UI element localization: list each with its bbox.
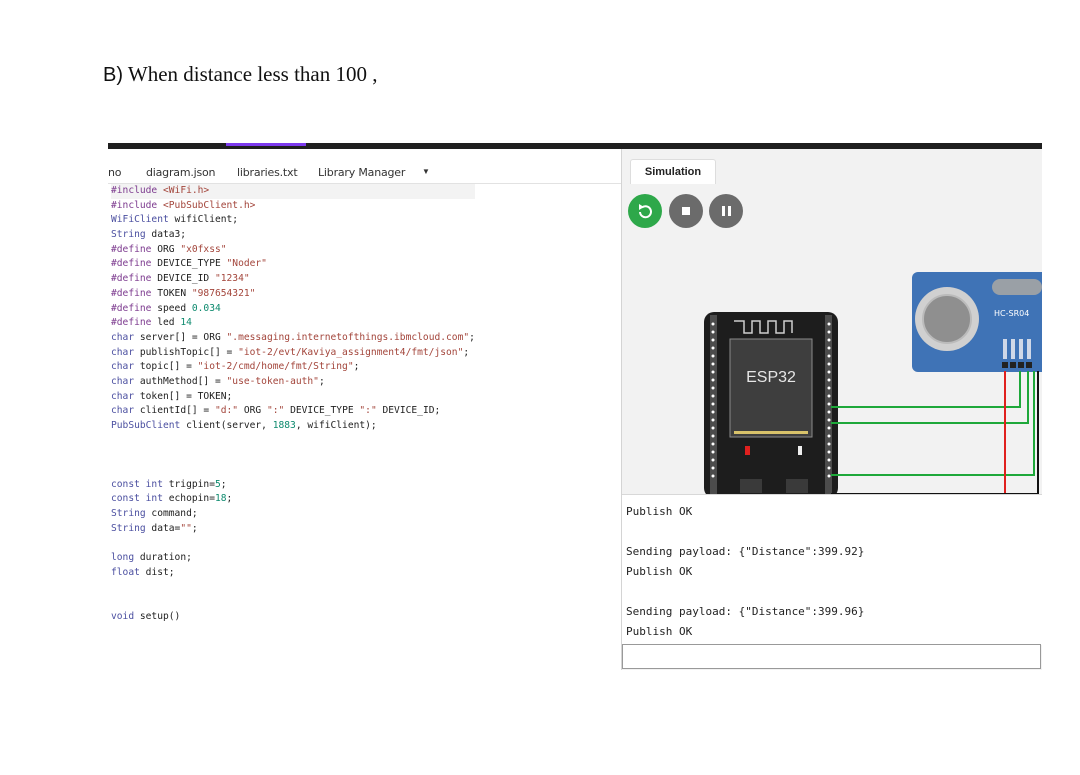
tab-sketch[interactable]: no [108, 166, 122, 179]
screenshot: no diagram.json libraries.txt Library Ma… [108, 143, 1042, 670]
console-line: Publish OK [626, 625, 693, 638]
restart-button[interactable] [628, 194, 662, 228]
serial-input[interactable] [622, 644, 1041, 669]
code-line: #define ORG "x0fxss" [111, 243, 227, 255]
serial-monitor: Publish OK Sending payload: {"Distance":… [622, 494, 1042, 645]
chevron-down-icon[interactable]: ▼ [422, 167, 430, 176]
code-line: char authMethod[] = "use-token-auth"; [111, 375, 325, 387]
tab-libraries-txt[interactable]: libraries.txt [237, 166, 298, 179]
code-line: char server[] = ORG ".messaging.internet… [111, 331, 475, 343]
code-line: char clientId[] = "d:" ORG ":" DEVICE_TY… [111, 405, 441, 417]
tab-simulation[interactable]: Simulation [630, 159, 716, 184]
code-line: PubSubClient client(server, 1883, wifiCl… [111, 420, 377, 431]
code-line: #include <PubSubClient.h> [111, 199, 256, 211]
console-line: Publish OK [626, 565, 693, 578]
code-line: long duration; [111, 552, 192, 564]
console-line: Sending payload: {"Distance":399.92} [626, 545, 865, 558]
code-line: const int echopin=18; [111, 493, 233, 505]
code-line: #define DEVICE_TYPE "Noder" [111, 258, 267, 270]
code-editor-panel: no diagram.json libraries.txt Library Ma… [108, 149, 622, 670]
code-line: void setup() [111, 610, 181, 622]
code-line: char publishTopic[] = "iot-2/evt/Kaviya_… [111, 346, 470, 358]
code-line: #define TOKEN "987654321" [111, 287, 256, 299]
code-line: #define speed 0.034 [111, 302, 221, 314]
pause-button[interactable] [709, 194, 743, 228]
code-line: char token[] = TOKEN; [111, 390, 233, 402]
pause-icon [722, 206, 731, 216]
editor-tabs: no diagram.json libraries.txt Library Ma… [108, 159, 621, 184]
stop-icon [682, 207, 690, 215]
code-line: float dist; [111, 566, 175, 578]
heading-letter: B) [103, 64, 123, 86]
esp32-label: ESP32 [746, 369, 796, 386]
code-line: WiFiClient wifiClient; [111, 214, 239, 226]
tab-diagram-json[interactable]: diagram.json [146, 166, 216, 179]
console-line: Sending payload: {"Distance":399.96} [626, 605, 865, 618]
console-line: Publish OK [626, 505, 693, 518]
sensor-label: HC-SR04 [994, 309, 1029, 318]
code-line: char topic[] = "iot-2/cmd/home/fmt/Strin… [111, 361, 360, 373]
code-line: String data=""; [111, 522, 198, 534]
tab-library-manager[interactable]: Library Manager [318, 166, 405, 179]
code-area[interactable]: #include <WiFi.h> #include <PubSubClient.… [111, 184, 475, 625]
code-line: #define led 14 [111, 317, 192, 329]
stop-button[interactable] [669, 194, 703, 228]
page-heading: B) When distance less than 100 , [103, 62, 377, 87]
code-line: #define DEVICE_ID "1234" [111, 273, 250, 285]
code-line: String command; [111, 508, 198, 520]
simulation-panel: ESP32 HC-SR04 Simulation Publish OK Send… [622, 149, 1042, 670]
code-line: const int trigpin=5; [111, 478, 227, 490]
restart-icon [639, 204, 652, 219]
code-line: String data3; [111, 229, 187, 241]
heading-text: When distance less than 100 , [127, 62, 378, 86]
code-line: #include <WiFi.h> [111, 184, 475, 199]
